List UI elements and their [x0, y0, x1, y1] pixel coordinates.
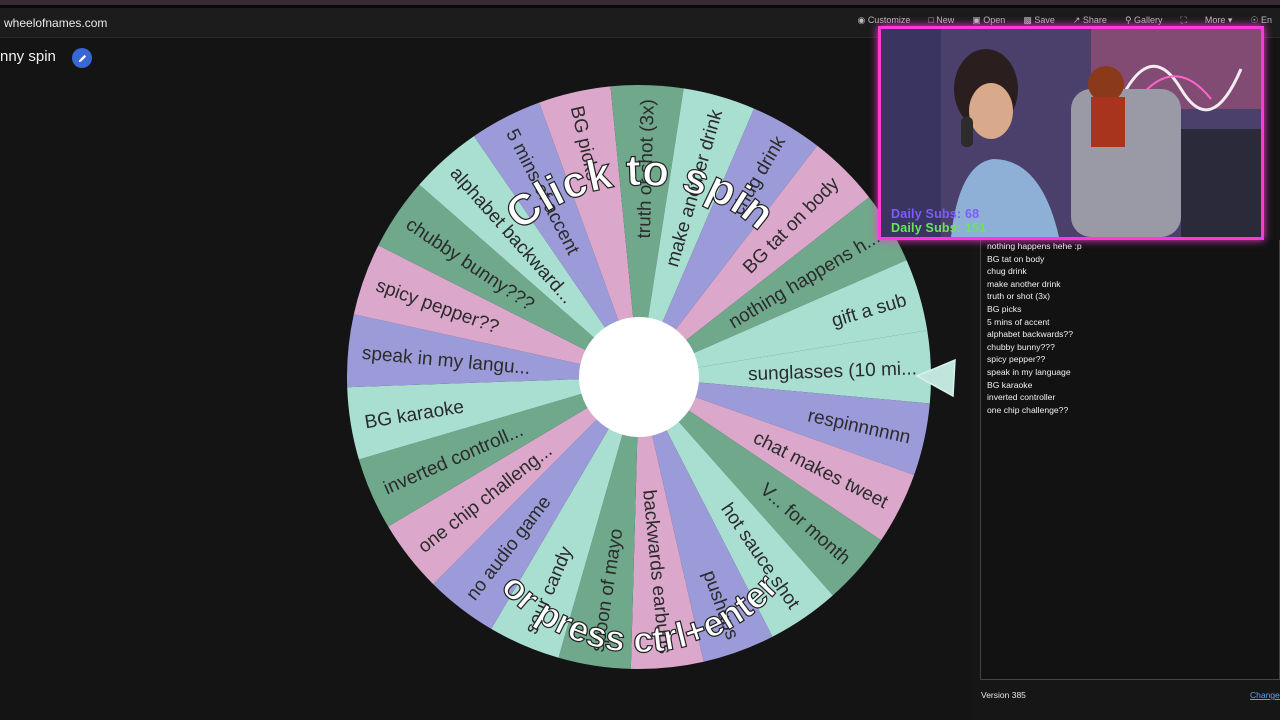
- entries-textarea[interactable]: nothing happens hehe :p BG tat on body chu…: [980, 240, 1280, 680]
- wheel-stage[interactable]: sunglasses (10 mi... respinnnnnn chat make…: [340, 80, 940, 680]
- entry-item[interactable]: BG karaoke: [987, 379, 1279, 392]
- browser-top-bar: [0, 0, 1280, 8]
- entry-item[interactable]: 5 mins of accent: [987, 316, 1279, 329]
- url-text[interactable]: wheelofnames.com: [4, 16, 107, 30]
- entry-item[interactable]: speak in my language: [987, 366, 1279, 379]
- edit-title-button[interactable]: [72, 48, 92, 68]
- entries-list: nothing happens hehe :p BG tat on body chu…: [981, 240, 1279, 416]
- webcam-scene: [881, 29, 1261, 237]
- daily-subs-label-1: Daily Subs: 68: [891, 207, 980, 221]
- fullscreen-icon[interactable]: ⛶: [1181, 15, 1187, 26]
- spin-wheel[interactable]: sunglasses (10 mi...respinnnnnnchat make…: [340, 80, 940, 680]
- toolbar-new-button[interactable]: □ New: [928, 15, 954, 26]
- wheel-title[interactable]: nny spin: [0, 48, 56, 65]
- entry-item[interactable]: alphabet backwards??: [987, 328, 1279, 341]
- toolbar-language-button[interactable]: ☉ En: [1250, 15, 1272, 26]
- entry-item[interactable]: BG picks: [987, 303, 1279, 316]
- pencil-icon: [78, 54, 86, 62]
- entry-item[interactable]: one chip challenge??: [987, 404, 1279, 417]
- entry-item[interactable]: chug drink: [987, 265, 1279, 278]
- entries-panel: nothing happens hehe :p BG tat on body chu…: [972, 240, 1280, 720]
- entry-item[interactable]: truth or shot (3x): [987, 290, 1279, 303]
- daily-subs-label-2: Daily Subs: 151: [891, 221, 987, 235]
- toolbar-gallery-button[interactable]: ⚲ Gallery: [1125, 15, 1163, 26]
- app-toolbar: ◉ Customize □ New ▣ Open ▩ Save ↗ Share …: [857, 15, 1280, 26]
- toolbar-share-button[interactable]: ↗ Share: [1073, 15, 1107, 26]
- wheel-pointer-icon: [915, 358, 956, 398]
- tab-strip[interactable]: [0, 0, 1280, 5]
- toolbar-save-button[interactable]: ▩ Save: [1023, 15, 1055, 26]
- webcam-overlay: Daily Subs: 68 Daily Subs: 151: [878, 26, 1264, 240]
- changelog-link[interactable]: Changel: [1250, 690, 1280, 700]
- entry-item[interactable]: make another drink: [987, 278, 1279, 291]
- wheel-center[interactable]: [579, 317, 699, 437]
- toolbar-open-button[interactable]: ▣ Open: [972, 15, 1005, 26]
- entry-item[interactable]: nothing happens hehe :p: [987, 240, 1279, 253]
- entry-item[interactable]: spicy pepper??: [987, 353, 1279, 366]
- toolbar-more-button[interactable]: More ▾: [1205, 15, 1233, 26]
- entry-item[interactable]: BG tat on body: [987, 253, 1279, 266]
- entry-item[interactable]: chubby bunny???: [987, 341, 1279, 354]
- toolbar-customize-button[interactable]: ◉ Customize: [857, 15, 910, 26]
- version-label: Version 385: [981, 690, 1026, 700]
- entry-item[interactable]: inverted controller: [987, 391, 1279, 404]
